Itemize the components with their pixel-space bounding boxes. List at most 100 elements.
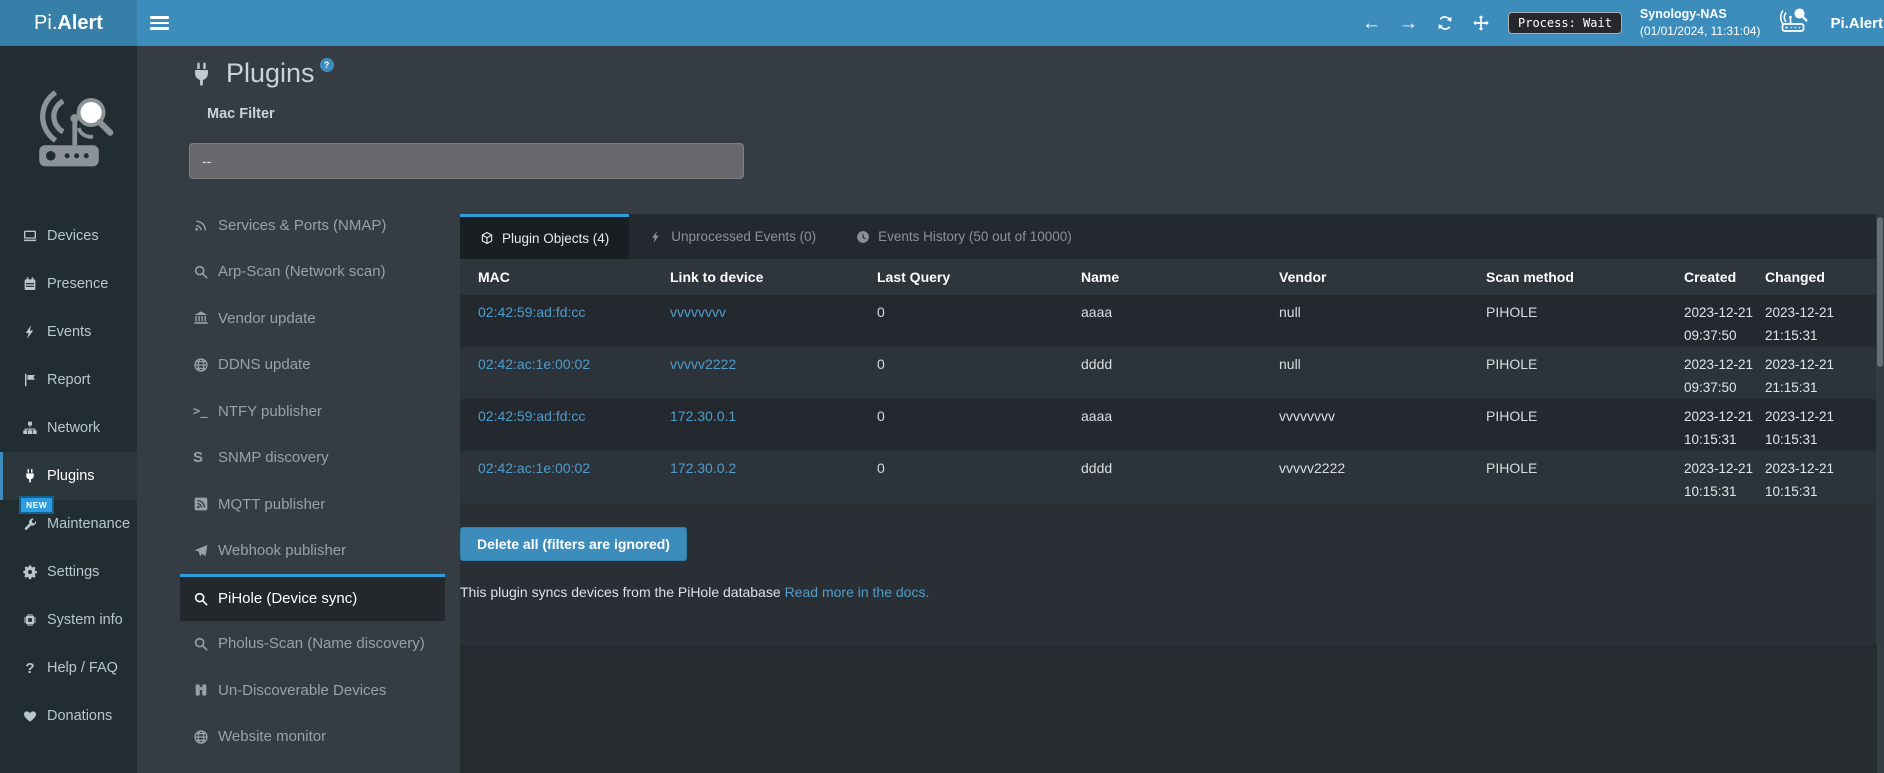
name-value: dddd <box>1081 451 1279 503</box>
plugin-nav-label: Un-Discoverable Devices <box>218 682 386 699</box>
plugin-nav-ntfy-publisher[interactable]: >_ NTFY publisher <box>180 388 445 435</box>
heart-icon <box>22 708 47 724</box>
sidebar-item-events[interactable]: Events <box>0 308 137 356</box>
plugin-nav-pholus-scan[interactable]: Pholus-Scan (Name discovery) <box>180 621 445 668</box>
plug-icon <box>22 468 47 484</box>
delete-all-button[interactable]: Delete all (filters are ignored) <box>460 527 687 561</box>
brand-logo[interactable]: Pi.Alert <box>0 0 137 46</box>
column-header-last-query: Last Query <box>877 259 1081 295</box>
device-link[interactable]: vvvvv2222 <box>670 347 877 399</box>
plugin-nav-pihole-device-sync[interactable]: PiHole (Device sync) <box>180 574 445 621</box>
router-scan-icon <box>1778 7 1812 40</box>
bank-icon <box>193 310 218 326</box>
rss-square-icon <box>193 496 218 512</box>
sidebar-item-help-faq[interactable]: ? Help / FAQ <box>0 644 137 692</box>
clock-icon <box>856 230 870 244</box>
plugin-nav-undiscoverable-devices[interactable]: Un-Discoverable Devices <box>180 667 445 714</box>
sidebar-item-settings[interactable]: Settings <box>0 548 137 596</box>
mac-link[interactable]: 02:42:59:ad:fd:cc <box>478 399 670 451</box>
tab-events-history[interactable]: Events History (50 out of 10000) <box>836 214 1092 259</box>
plugin-nav-vendor-update[interactable]: Vendor update <box>180 295 445 342</box>
search-icon <box>193 636 218 652</box>
calendar-icon <box>22 276 47 292</box>
sidebar-item-devices[interactable]: Devices <box>0 212 137 260</box>
plugin-nav-services-ports[interactable]: Services & Ports (NMAP) <box>180 202 445 249</box>
table-row: 02:42:59:ad:fd:cc 172.30.0.1 0 aaaa vvvv… <box>460 399 1877 451</box>
mac-link[interactable]: 02:42:ac:1e:00:02 <box>478 347 670 399</box>
bolt-icon <box>649 230 663 244</box>
sidebar-item-label: Devices <box>47 228 99 244</box>
panel-background-lower <box>460 646 1877 773</box>
plugin-nav-arp-scan[interactable]: Arp-Scan (Network scan) <box>180 249 445 296</box>
last-query-value: 0 <box>877 451 1081 503</box>
plugin-description-text: This plugin syncs devices from the PiHol… <box>460 584 781 600</box>
plugin-nav-label: Vendor update <box>218 310 316 327</box>
mac-filter-input[interactable] <box>189 143 744 179</box>
name-value: dddd <box>1081 347 1279 399</box>
plugin-nav-label: SNMP discovery <box>218 449 329 466</box>
plugin-nav-label: NTFY publisher <box>218 403 322 420</box>
refresh-icon[interactable] <box>1436 14 1454 32</box>
vendor-value: null <box>1279 295 1486 347</box>
navbar-right-cluster: ← → Process: Wait Synology-NAS (01/01/20… <box>1362 0 1883 46</box>
created-value: 2023-12-21 10:15:31 <box>1684 399 1758 451</box>
binoculars-icon <box>193 682 218 698</box>
name-value: aaaa <box>1081 295 1279 347</box>
docs-link[interactable]: Read more in the docs. <box>785 584 930 600</box>
sitemap-icon <box>22 420 47 436</box>
page-title: Plugins ? <box>188 56 334 90</box>
sidebar-item-donations[interactable]: Donations <box>0 692 137 740</box>
forward-arrow-icon[interactable]: → <box>1399 14 1418 33</box>
device-link[interactable]: 172.30.0.1 <box>670 399 877 451</box>
back-arrow-icon[interactable]: ← <box>1362 14 1381 33</box>
plugin-nav-mqtt-publisher[interactable]: MQTT publisher <box>180 481 445 528</box>
plugin-nav-label: Services & Ports (NMAP) <box>218 217 386 234</box>
plugin-nav-label: MQTT publisher <box>218 496 325 513</box>
plugin-description: This plugin syncs devices from the PiHol… <box>460 584 929 600</box>
sidebar-item-label: Report <box>47 372 91 388</box>
tab-unprocessed-events[interactable]: Unprocessed Events (0) <box>629 214 836 259</box>
sidebar-item-plugins[interactable]: Plugins <box>0 452 137 500</box>
globe-icon <box>193 357 218 373</box>
host-datetime: (01/01/2024, 11:31:04) <box>1640 24 1761 38</box>
letter-s-icon: S <box>193 449 218 466</box>
device-link[interactable]: 172.30.0.2 <box>670 451 877 503</box>
globe-icon <box>193 729 218 745</box>
new-feature-badge: NEW <box>19 496 54 514</box>
sidebar-item-network[interactable]: Network <box>0 404 137 452</box>
terminal-icon: >_ <box>193 404 218 418</box>
sidebar-item-label: Plugins <box>47 468 95 484</box>
scrollbar-thumb[interactable] <box>1877 217 1883 367</box>
satellite-signal-icon <box>193 217 218 233</box>
top-navbar: Pi.Alert ← → Process: Wait Synology-NAS <box>0 0 1884 46</box>
plugin-nav-webhook-publisher[interactable]: Webhook publisher <box>180 528 445 575</box>
sidebar-item-report[interactable]: Report <box>0 356 137 404</box>
column-header-vendor: Vendor <box>1279 259 1486 295</box>
last-query-value: 0 <box>877 399 1081 451</box>
tab-label: Plugin Objects (4) <box>502 231 609 246</box>
sidebar-item-system-info[interactable]: System info <box>0 596 137 644</box>
mac-link[interactable]: 02:42:59:ad:fd:cc <box>478 295 670 347</box>
plugin-nav-ddns-update[interactable]: DDNS update <box>180 342 445 389</box>
plugin-nav-snmp-discovery[interactable]: S SNMP discovery <box>180 435 445 482</box>
search-icon <box>193 591 218 607</box>
hamburger-menu-icon[interactable] <box>150 16 169 30</box>
cube-icon <box>480 231 494 245</box>
info-badge[interactable]: ? <box>320 58 334 72</box>
plugin-nav-label: DDNS update <box>218 356 311 373</box>
sidebar-item-label: Maintenance <box>47 516 130 532</box>
column-header-name: Name <box>1081 259 1279 295</box>
page-title-text: Plugins <box>226 56 315 90</box>
column-header-created: Created <box>1684 259 1765 295</box>
tab-plugin-objects[interactable]: Plugin Objects (4) <box>460 214 629 259</box>
sidebar-item-presence[interactable]: Presence <box>0 260 137 308</box>
paper-plane-icon <box>193 543 218 559</box>
move-icon[interactable] <box>1472 14 1490 32</box>
vendor-value: vvvvvvvv <box>1279 399 1486 451</box>
plugin-nav-website-monitor[interactable]: Website monitor <box>180 714 445 761</box>
host-info: Synology-NAS (01/01/2024, 11:31:04) <box>1640 6 1761 39</box>
plugin-objects-table: MAC Link to device Last Query Name Vendo… <box>460 259 1877 503</box>
device-link[interactable]: vvvvvvvv <box>670 295 877 347</box>
sidebar-item-label: Events <box>47 324 91 340</box>
mac-link[interactable]: 02:42:ac:1e:00:02 <box>478 451 670 503</box>
